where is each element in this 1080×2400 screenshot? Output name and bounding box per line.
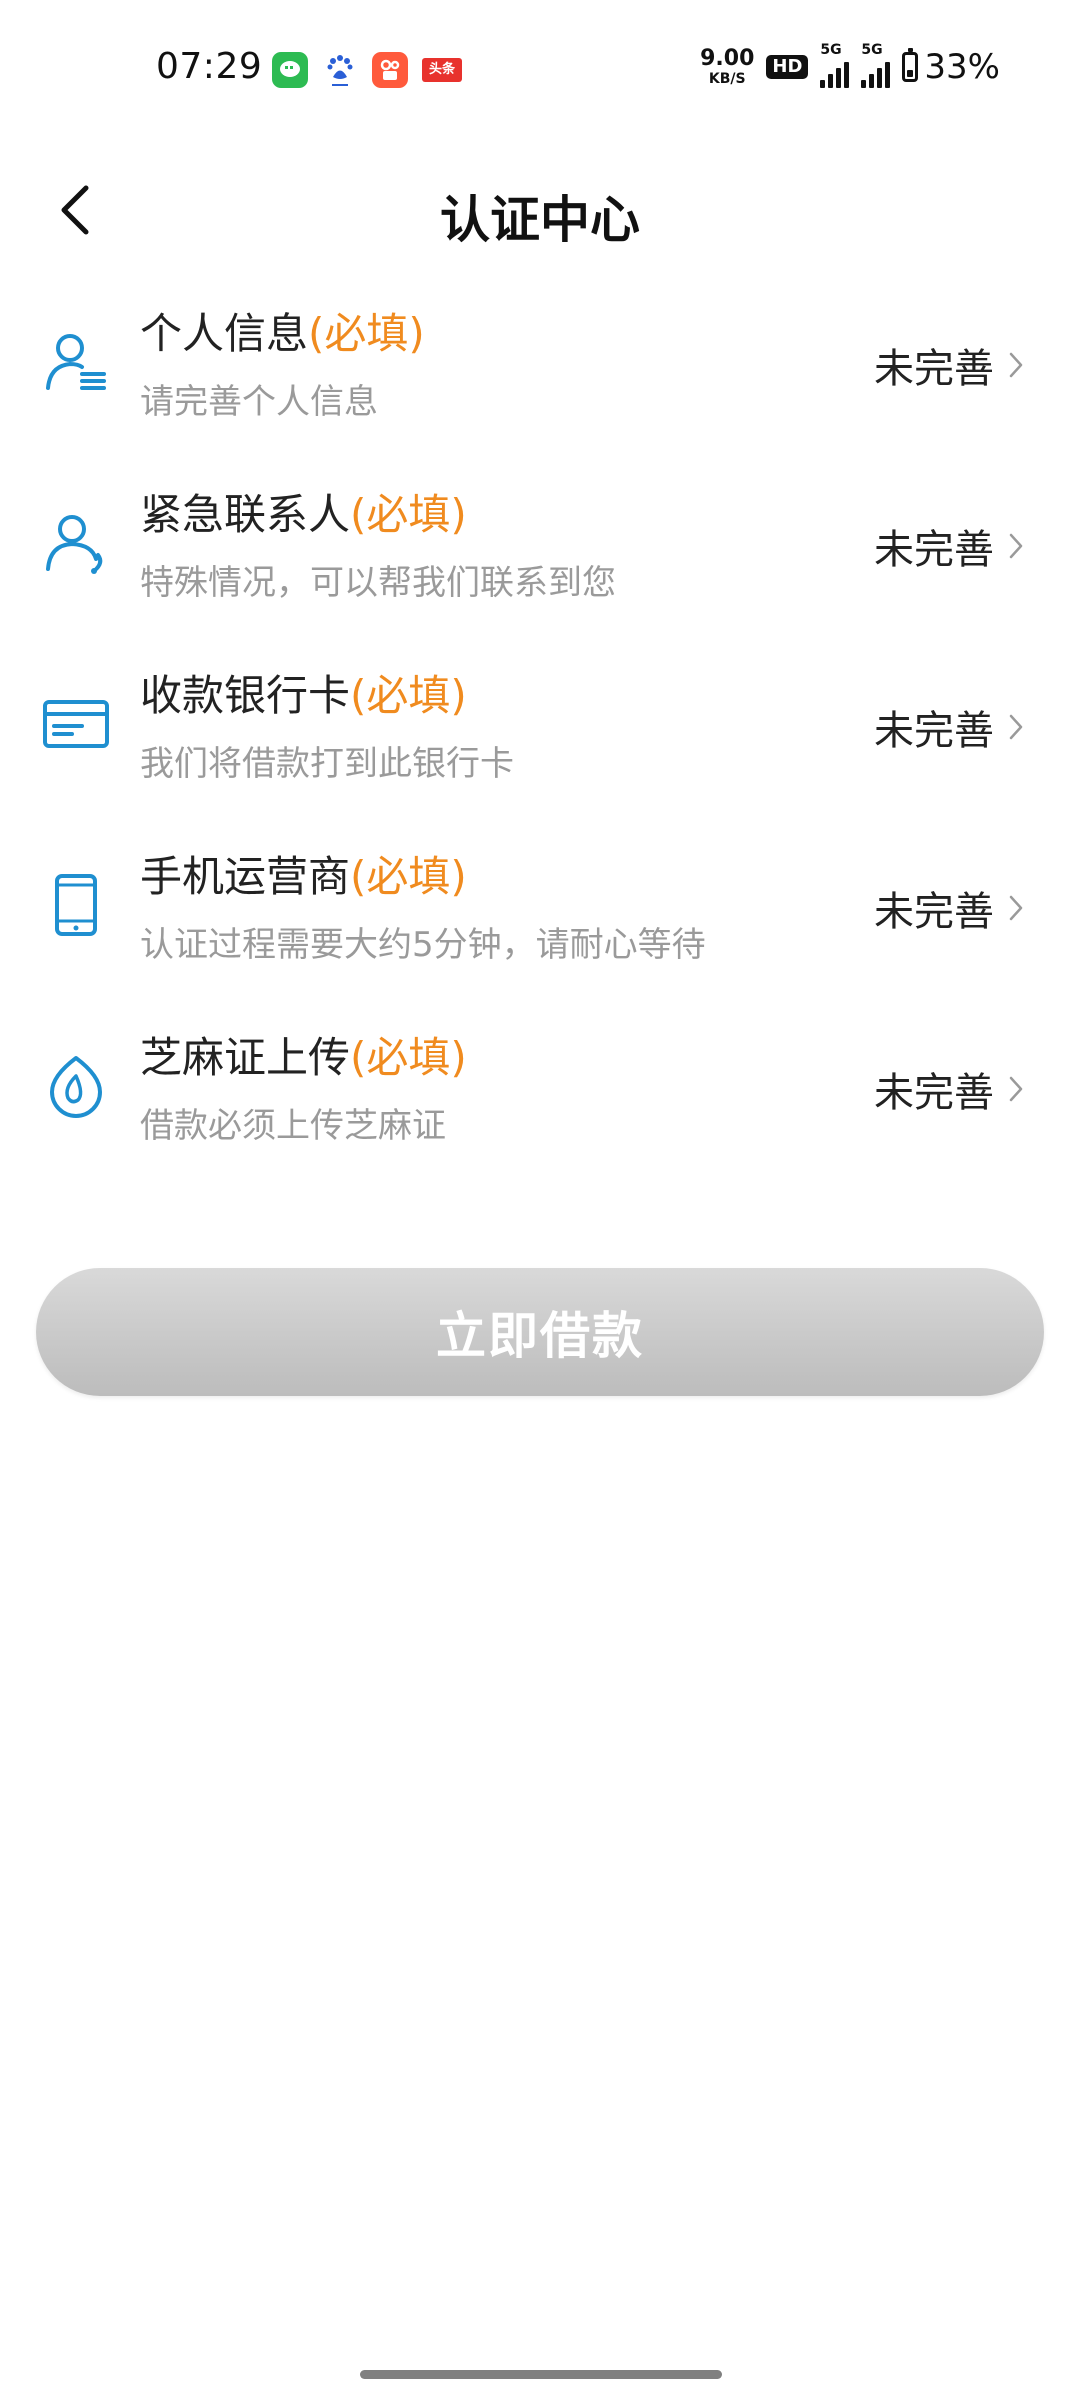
required-tag: (必填) xyxy=(350,852,467,901)
item-status-text: 未完善 xyxy=(874,346,994,392)
item-title-text: 手机运营商 xyxy=(140,852,351,901)
signal-label-sim2: 5G xyxy=(861,42,883,58)
wechat-icon xyxy=(272,52,308,88)
item-status: 未完善 xyxy=(874,517,1024,575)
item-title-text: 收款银行卡 xyxy=(140,671,351,720)
item-title-text: 紧急联系人 xyxy=(140,490,351,539)
baidu-icon xyxy=(322,52,358,88)
page-title: 认证中心 xyxy=(440,191,640,249)
status-bar: 07:29 头条 9.00 KB/S HD 5G 5G 33% xyxy=(0,0,1080,140)
apply-loan-button[interactable]: 立即借款 xyxy=(36,1268,1044,1396)
item-status-text: 未完善 xyxy=(874,889,994,935)
required-tag: (必填) xyxy=(308,309,425,358)
top-nav-bar: 认证中心 xyxy=(0,160,1080,260)
item-title: 个人信息(必填) xyxy=(140,300,425,361)
kuaishou-icon xyxy=(372,52,408,88)
item-status: 未完善 xyxy=(874,698,1024,756)
network-speed-value: 9.00 xyxy=(700,46,755,71)
status-time: 07:29 xyxy=(156,46,263,87)
list-item-bank-card[interactable]: 收款银行卡(必填) 我们将借款打到此银行卡 未完善 xyxy=(0,648,1080,829)
signal-icon-sim2: 5G xyxy=(861,42,891,88)
person-list-icon xyxy=(42,328,110,396)
notification-icons: 头条 xyxy=(272,52,462,88)
item-status-text: 未完善 xyxy=(874,708,994,754)
list-item-mobile-carrier[interactable]: 手机运营商(必填) 认证过程需要大约5分钟，请耐心等待 未完善 xyxy=(0,829,1080,1010)
item-subtitle: 借款必须上传芝麻证 xyxy=(140,1106,446,1146)
item-title-text: 芝麻证上传 xyxy=(140,1033,351,1082)
person-phone-icon xyxy=(42,509,110,577)
signal-label-sim1: 5G xyxy=(820,42,842,58)
item-subtitle: 我们将借款打到此银行卡 xyxy=(140,744,514,784)
list-item-sesame-upload[interactable]: 芝麻证上传(必填) 借款必须上传芝麻证 未完善 xyxy=(0,1010,1080,1191)
item-status-text: 未完善 xyxy=(874,1070,994,1116)
auth-center-page: 07:29 头条 9.00 KB/S HD 5G 5G 33% 认证中心 个人信… xyxy=(0,0,1080,2400)
item-status: 未完善 xyxy=(874,336,1024,394)
item-title-text: 个人信息 xyxy=(140,309,309,358)
network-speed: 9.00 KB/S xyxy=(700,46,755,87)
item-status-text: 未完善 xyxy=(874,527,994,573)
item-title: 手机运营商(必填) xyxy=(140,843,467,904)
required-tag: (必填) xyxy=(350,490,467,539)
mobile-phone-icon xyxy=(42,871,110,939)
list-item-personal-info[interactable]: 个人信息(必填) 请完善个人信息 未完善 xyxy=(0,286,1080,467)
list-item-emergency-contact[interactable]: 紧急联系人(必填) 特殊情况，可以帮我们联系到您 未完善 xyxy=(0,467,1080,648)
bank-card-icon xyxy=(42,690,110,758)
sesame-drop-icon xyxy=(42,1052,110,1120)
toutiao-icon: 头条 xyxy=(422,58,462,82)
item-status: 未完善 xyxy=(874,879,1024,937)
hd-voice-badge: HD xyxy=(766,55,809,79)
home-indicator[interactable] xyxy=(360,2370,722,2379)
required-tag: (必填) xyxy=(350,671,467,720)
item-status: 未完善 xyxy=(874,1060,1024,1118)
chevron-right-icon xyxy=(1009,352,1023,378)
battery-icon xyxy=(902,48,919,82)
network-speed-unit: KB/S xyxy=(708,71,746,87)
chevron-right-icon xyxy=(1009,714,1023,740)
item-title: 紧急联系人(必填) xyxy=(140,481,467,542)
verification-list: 个人信息(必填) 请完善个人信息 未完善 紧急联系人(必填) 特殊情况，可以帮我… xyxy=(0,286,1080,1191)
signal-icon-sim1: 5G xyxy=(820,42,850,88)
system-status-icons: 9.00 KB/S HD 5G 5G 33% xyxy=(700,42,1000,88)
item-subtitle: 认证过程需要大约5分钟，请耐心等待 xyxy=(140,925,706,965)
chevron-right-icon xyxy=(1009,1076,1023,1102)
item-subtitle: 特殊情况，可以帮我们联系到您 xyxy=(140,563,616,603)
battery-indicator: 33% xyxy=(902,47,1000,87)
item-title: 芝麻证上传(必填) xyxy=(140,1024,467,1085)
item-subtitle: 请完善个人信息 xyxy=(140,382,378,422)
required-tag: (必填) xyxy=(350,1033,467,1082)
chevron-right-icon xyxy=(1009,895,1023,921)
battery-percent: 33% xyxy=(924,47,1000,87)
chevron-right-icon xyxy=(1009,533,1023,559)
item-title: 收款银行卡(必填) xyxy=(140,662,467,723)
